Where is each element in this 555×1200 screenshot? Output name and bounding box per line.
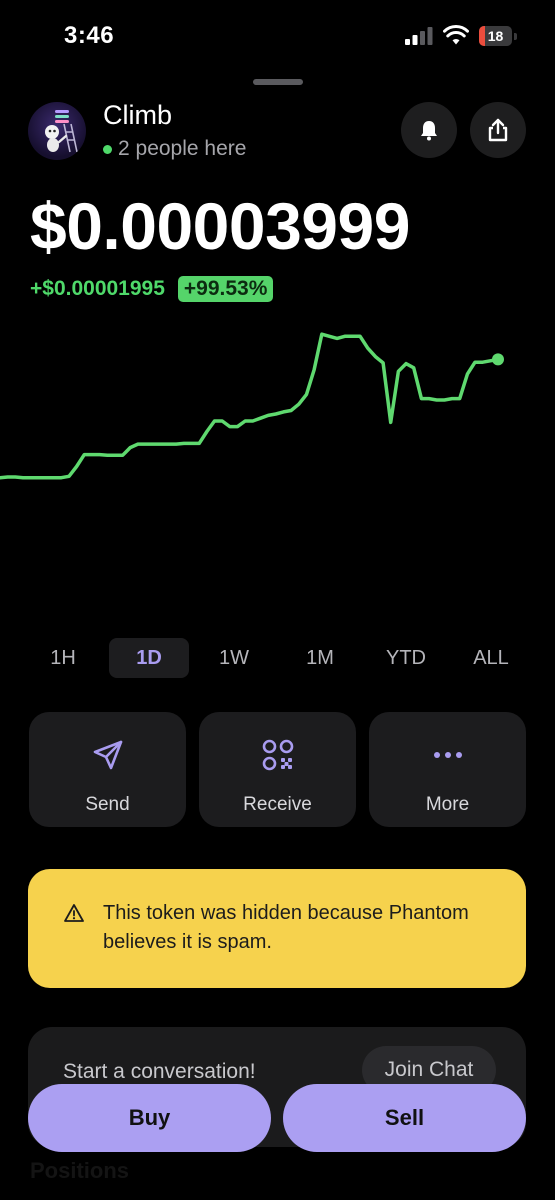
more-label: More: [425, 794, 470, 815]
battery-indicator: 18: [479, 26, 517, 46]
token-detail-screen: 3:46 18 Climb 2 people here $0.00003999 …: [0, 0, 555, 1200]
tab-1m[interactable]: 1M: [280, 638, 360, 678]
more-button[interactable]: More: [369, 712, 526, 827]
price-chart-line: [0, 332, 500, 480]
tab-all[interactable]: ALL: [451, 638, 531, 678]
notifications-button[interactable]: [401, 102, 457, 158]
battery-level: 18: [487, 28, 504, 44]
climber-logo-icon: [45, 110, 78, 153]
range-tabs: 1H 1D 1W 1M YTD ALL: [0, 638, 555, 678]
price-chart[interactable]: [0, 325, 555, 605]
token-price: $0.00003999: [30, 189, 410, 263]
online-dot-icon: [103, 144, 112, 154]
wifi-icon: [443, 25, 469, 45]
tab-1d[interactable]: 1D: [109, 638, 189, 678]
people-here-label: 2 people here: [118, 137, 247, 160]
price-change-row: +$0.00001995 +99.53%: [30, 276, 274, 302]
send-label: Send: [85, 794, 130, 815]
price-change-absolute: +$0.00001995: [30, 277, 165, 300]
token-name: Climb: [103, 100, 173, 130]
receive-button[interactable]: Receive: [199, 712, 356, 827]
share-button[interactable]: [470, 102, 526, 158]
token-avatar: [28, 102, 86, 160]
sheet-drag-handle[interactable]: [253, 79, 303, 85]
people-here-row: 2 people here: [103, 137, 246, 161]
price-change-percent-badge: +99.53%: [177, 276, 274, 302]
status-bar: 3:46 18: [0, 0, 555, 70]
bell-icon: [421, 121, 437, 141]
send-button[interactable]: Send: [29, 712, 186, 827]
buy-button[interactable]: Buy: [28, 1084, 271, 1152]
sell-button[interactable]: Sell: [283, 1084, 526, 1152]
cellular-signal-icon: [405, 27, 433, 45]
tab-1w[interactable]: 1W: [194, 638, 274, 678]
tab-ytd[interactable]: YTD: [366, 638, 446, 678]
spam-warning-text: This token was hidden because Phantom be…: [103, 902, 469, 953]
chart-last-point-marker: [492, 353, 504, 366]
more-dots-icon: [433, 752, 462, 758]
positions-section-label: Positions: [30, 1158, 130, 1183]
spam-warning-banner: This token was hidden because Phantom be…: [28, 869, 526, 988]
chat-prompt: Start a conversation!: [63, 1060, 256, 1083]
status-time: 3:46: [64, 22, 115, 49]
send-icon: [93, 740, 122, 770]
warning-triangle-icon: [64, 904, 84, 922]
tab-1h[interactable]: 1H: [23, 638, 103, 678]
share-icon: [488, 118, 508, 142]
qr-code-icon: [262, 739, 293, 771]
receive-label: Receive: [243, 794, 312, 815]
